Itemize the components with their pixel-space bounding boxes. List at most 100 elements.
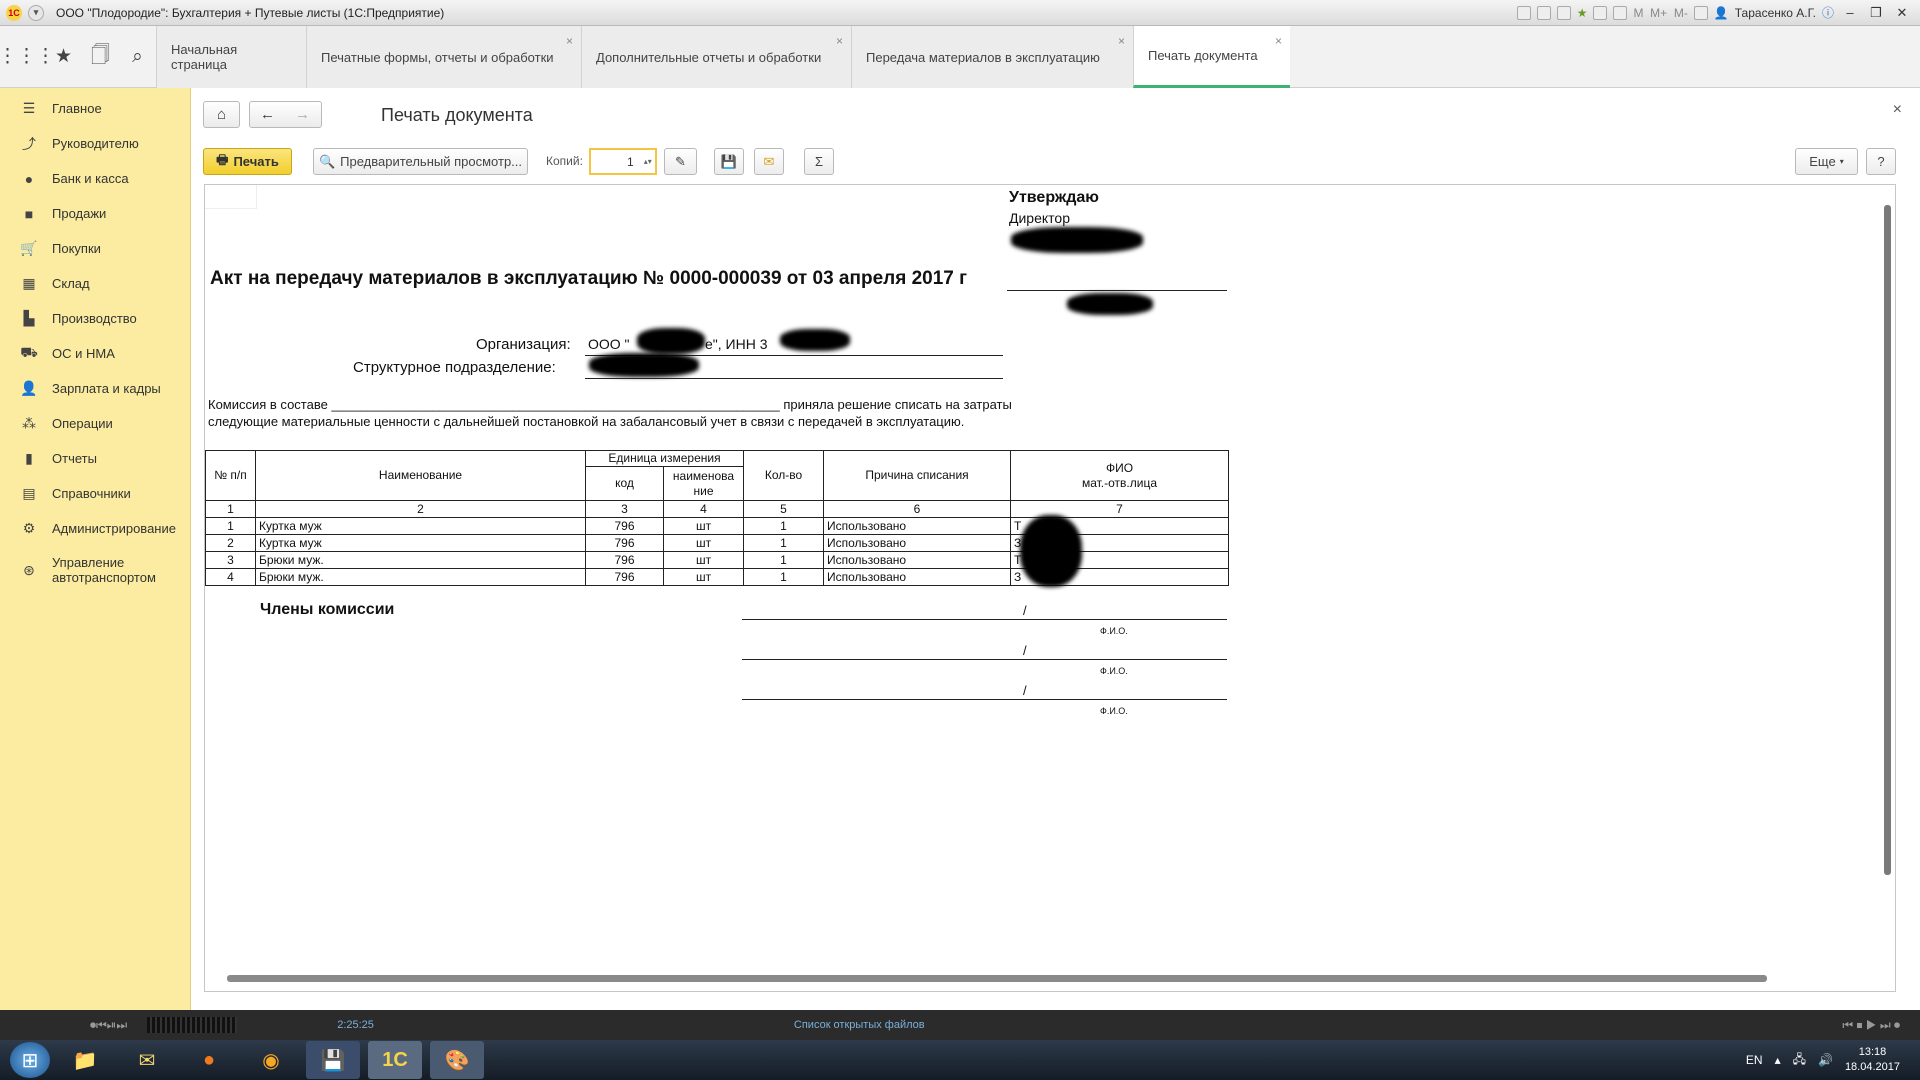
volume-icon[interactable]: 🔊	[1818, 1053, 1833, 1067]
sidebar-item-purchases[interactable]: 🛒 Покупки	[0, 231, 190, 266]
start-button-icon[interactable]: ⊞	[10, 1042, 50, 1078]
floppy-app-icon[interactable]: 💾	[306, 1041, 360, 1079]
tray-arrow-icon[interactable]: ▴	[1775, 1053, 1781, 1067]
sidebar-item-bank[interactable]: ● Банк и касса	[0, 161, 190, 196]
sidebar-item-salary[interactable]: 👤 Зарплата и кадры	[0, 371, 190, 406]
back-icon[interactable]: ←	[250, 106, 285, 123]
keyboard-language[interactable]: EN	[1746, 1053, 1763, 1067]
row-reason: Использовано	[823, 551, 1011, 569]
window-menu-icon[interactable]: ▾	[28, 4, 44, 21]
tab-home[interactable]: Начальная страница	[156, 26, 306, 88]
sidebar-item-operations[interactable]: ⁂ Операции	[0, 406, 190, 441]
paint-app-icon[interactable]: 🎨	[430, 1041, 484, 1079]
sidebar-item-label: Покупки	[52, 241, 101, 256]
signature-slash: /	[1023, 643, 1027, 658]
preview-button[interactable]: 🔍 Предварительный просмотр...	[313, 148, 528, 175]
info-icon[interactable]: ⓘ	[1822, 4, 1834, 21]
page-title: Печать документа	[381, 105, 533, 125]
app-icon[interactable]: ◉	[244, 1041, 298, 1079]
toolbar-icon[interactable]	[1593, 5, 1608, 20]
tab-print-document[interactable]: Печать документа ×	[1133, 26, 1290, 88]
save-button[interactable]: 💾	[714, 148, 744, 175]
close-tab-icon[interactable]: ×	[566, 34, 573, 48]
minimize-icon[interactable]: –	[1840, 5, 1860, 20]
favorites-icon[interactable]: ★	[1577, 6, 1588, 20]
tab-transfer-materials[interactable]: Передача материалов в эксплуатацию ×	[851, 26, 1133, 88]
row-unit: шт	[663, 517, 744, 535]
row-num: 3	[205, 551, 256, 569]
toolbar-icon[interactable]	[1556, 5, 1571, 20]
row-name: Брюки муж.	[255, 551, 586, 569]
onec-app-icon[interactable]: 1C	[368, 1041, 422, 1079]
edit-button[interactable]: ✎	[664, 148, 697, 175]
toolbar-icon[interactable]	[1536, 5, 1551, 20]
panel-icon[interactable]	[1693, 5, 1708, 20]
sidebar-item-admin[interactable]: ⚙ Администрирование	[0, 511, 190, 546]
col-number: 2	[255, 500, 586, 518]
more-button[interactable]: Еще ▾	[1795, 148, 1858, 175]
sidebar-item-manager[interactable]: ⤴ Руководителю	[0, 126, 190, 161]
apps-grid-icon[interactable]: ⋮⋮⋮	[0, 37, 55, 77]
toolbar-icon[interactable]	[1516, 5, 1531, 20]
sidebar-item-label: Склад	[52, 276, 90, 291]
tab-additional-reports[interactable]: Дополнительные отчеты и обработки ×	[581, 26, 851, 88]
network-icon[interactable]: 🖧	[1793, 1050, 1806, 1071]
help-button[interactable]: ?	[1866, 148, 1896, 175]
sidebar-item-transport[interactable]: ⊛ Управление автотранспортом	[0, 546, 190, 594]
user-icon: 👤	[1713, 5, 1729, 20]
sidebar-item-reports[interactable]: ▮ Отчеты	[0, 441, 190, 476]
gear-icon: ⚙	[22, 520, 36, 536]
approve-label: Утверждаю	[1009, 189, 1099, 206]
firefox-icon[interactable]: ●	[182, 1041, 236, 1079]
close-tab-icon[interactable]: ×	[1275, 34, 1282, 48]
horizontal-scrollbar[interactable]	[227, 975, 1767, 982]
explorer-icon[interactable]: 📁	[58, 1041, 112, 1079]
sidebar-item-label: Продажи	[52, 206, 107, 221]
header-fio: ФИО мат.-отв.лица	[1010, 450, 1229, 501]
calendar-icon[interactable]	[1613, 5, 1628, 20]
tab-label: Передача материалов в эксплуатацию	[866, 49, 1100, 65]
vertical-scrollbar[interactable]	[1884, 205, 1891, 875]
forward-icon[interactable]: →	[285, 106, 320, 123]
sum-button[interactable]: Σ	[804, 148, 834, 175]
player-controls-icon[interactable]: ⏺⏮⏯⏭	[90, 1018, 127, 1033]
sidebar-item-assets[interactable]: ⛟ ОС и НМА	[0, 336, 190, 371]
restore-icon[interactable]: ❐	[1866, 5, 1886, 21]
table-column-numbers: 1 2 3 4 5 6 7	[205, 500, 1229, 518]
close-window-icon[interactable]: ✕	[1892, 5, 1912, 21]
preview-label: Предварительный просмотр...	[340, 154, 523, 169]
sidebar-item-sales[interactable]: ■ Продажи	[0, 196, 190, 231]
sidebar: ☰ Главное ⤴ Руководителю ● Банк и касса ■ Пр…	[0, 88, 191, 1010]
print-button[interactable]: 🖶 Печать	[203, 148, 292, 175]
redacted-mark	[589, 353, 699, 377]
print-label: Печать	[233, 154, 279, 169]
dept-label: Структурное подразделение:	[353, 359, 556, 376]
copies-stepper[interactable]: 1 ▴▾	[589, 148, 657, 175]
search-icon[interactable]: ⌕	[119, 37, 156, 77]
help-label: ?	[1877, 154, 1885, 169]
redacted-mark	[1020, 515, 1082, 587]
history-icon[interactable]: 🗍	[82, 37, 119, 77]
clock[interactable]: 13:18 18.04.2017	[1845, 1045, 1900, 1075]
sidebar-item-main[interactable]: ☰ Главное	[0, 91, 190, 126]
user-name[interactable]: Тарасенко А.Г.	[1735, 6, 1816, 20]
sidebar-item-warehouse[interactable]: ▦ Склад	[0, 266, 190, 301]
spin-icon[interactable]: ▴▾	[644, 157, 652, 166]
open-files-list[interactable]: Список открытых файлов	[794, 1019, 925, 1031]
sidebar-item-production[interactable]: ▙ Производство	[0, 301, 190, 336]
star-icon[interactable]: ★	[45, 37, 82, 77]
mail-icon[interactable]: ✉	[120, 1041, 174, 1079]
transport-controls-icon[interactable]: ⏮ ⏹ ▶ ⏭ ⏺	[1842, 1018, 1900, 1033]
row-unit: шт	[663, 551, 744, 569]
sidebar-item-catalogs[interactable]: ▤ Справочники	[0, 476, 190, 511]
m-icon[interactable]: M M+ M-	[1633, 6, 1687, 20]
send-email-button[interactable]: ✉	[754, 148, 784, 175]
close-tab-icon[interactable]: ×	[1118, 34, 1125, 48]
sigma-icon: Σ	[814, 154, 824, 169]
close-tab-icon[interactable]: ×	[836, 34, 843, 48]
org-label: Организация:	[476, 336, 571, 353]
spreadsheet-document[interactable]: Утверждаю Директор Акт на передачу матер…	[204, 184, 1896, 992]
close-icon[interactable]: ×	[1893, 101, 1902, 119]
home-button[interactable]: ⌂	[203, 101, 240, 128]
tab-print-forms[interactable]: Печатные формы, отчеты и обработки ×	[306, 26, 581, 88]
